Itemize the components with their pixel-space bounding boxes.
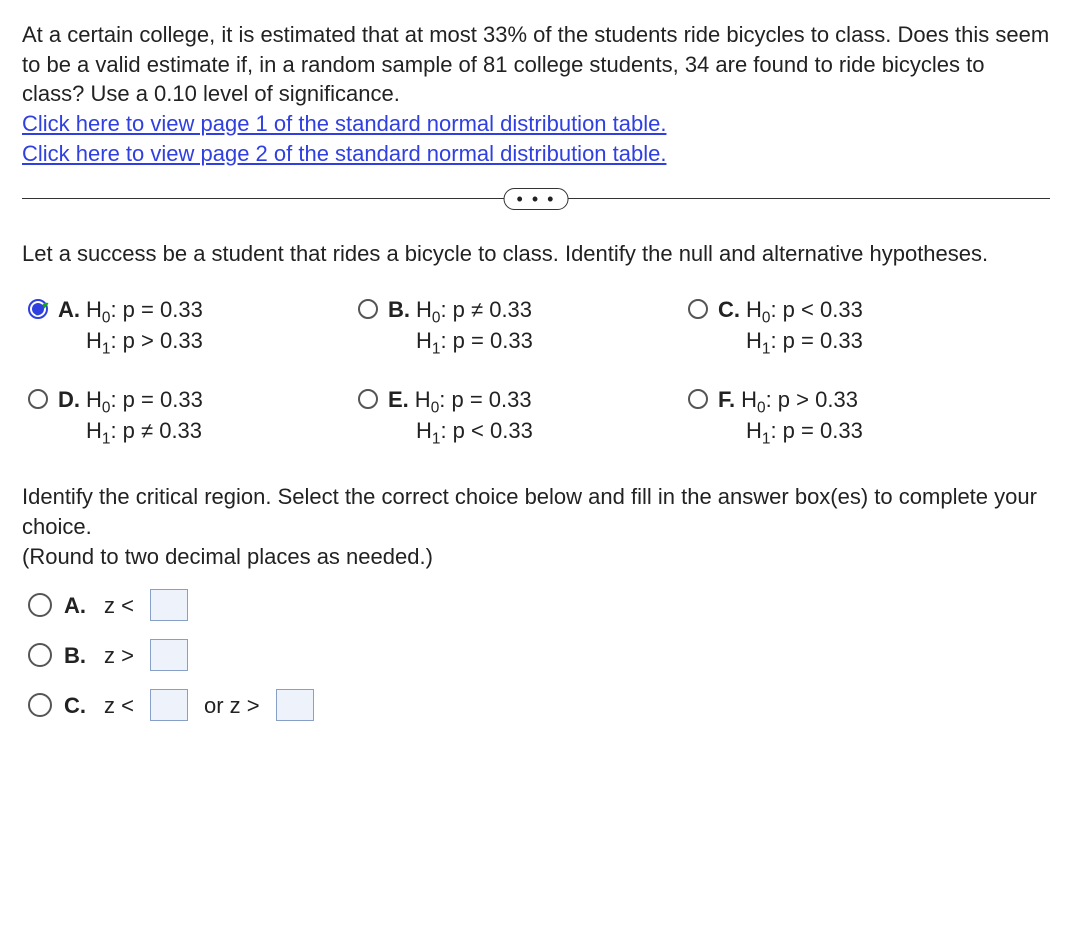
choice-e-letter: E. — [388, 385, 409, 415]
radio-crit-a[interactable] — [28, 593, 52, 617]
radio-b[interactable] — [358, 299, 378, 319]
crit-c-input1[interactable] — [150, 689, 188, 721]
link-table-page1[interactable]: Click here to view page 1 of the standar… — [22, 111, 666, 136]
radio-crit-c[interactable] — [28, 693, 52, 717]
choice-b[interactable]: B. H0: p ≠ 0.33 H1: p = 0.33 — [358, 295, 678, 357]
choice-d[interactable]: D. H0: p = 0.33 H1: p ≠ 0.33 — [28, 385, 348, 447]
radio-f[interactable] — [688, 389, 708, 409]
choice-f[interactable]: F. H0: p > 0.33 H1: p = 0.33 — [688, 385, 1008, 447]
link-table-page2[interactable]: Click here to view page 2 of the standar… — [22, 141, 666, 166]
critical-choice-a[interactable]: A. z < — [28, 589, 1050, 621]
radio-e[interactable] — [358, 389, 378, 409]
crit-b-text: z > — [104, 641, 134, 671]
crit-b-letter: B. — [64, 641, 86, 671]
crit-a-text: z < — [104, 591, 134, 621]
critical-choices: A. z < B. z > C. z < or z > — [28, 589, 1050, 721]
check-icon: ✔ — [32, 295, 50, 325]
crit-c-letter: C. — [64, 691, 86, 721]
hypotheses-choices: ✔ A. H0: p = 0.33 H1: p > 0.33 B. H0: p … — [28, 295, 1050, 446]
problem-statement: At a certain college, it is estimated th… — [22, 20, 1050, 168]
expand-pill[interactable]: • • • — [504, 188, 569, 210]
prompt-critical-region: Identify the critical region. Select the… — [22, 482, 1050, 541]
radio-crit-b[interactable] — [28, 643, 52, 667]
choice-f-letter: F. — [718, 385, 735, 415]
crit-c-input2[interactable] — [276, 689, 314, 721]
choice-c[interactable]: C. H0: p < 0.33 H1: p = 0.33 — [688, 295, 1008, 357]
choice-b-letter: B. — [388, 295, 410, 325]
crit-c-text2: or z > — [204, 691, 260, 721]
critical-choice-c[interactable]: C. z < or z > — [28, 689, 1050, 721]
prompt-hypotheses: Let a success be a student that rides a … — [22, 239, 1050, 269]
choice-e[interactable]: E. H0: p = 0.33 H1: p < 0.33 — [358, 385, 678, 447]
radio-c[interactable] — [688, 299, 708, 319]
crit-b-input[interactable] — [150, 639, 188, 671]
crit-c-text1: z < — [104, 691, 134, 721]
problem-text: At a certain college, it is estimated th… — [22, 22, 1049, 106]
choice-c-letter: C. — [718, 295, 740, 325]
crit-a-letter: A. — [64, 591, 86, 621]
choice-d-letter: D. — [58, 385, 80, 415]
radio-d[interactable] — [28, 389, 48, 409]
crit-a-input[interactable] — [150, 589, 188, 621]
prompt-critical-note: (Round to two decimal places as needed.) — [22, 542, 1050, 572]
choice-a[interactable]: ✔ A. H0: p = 0.33 H1: p > 0.33 — [28, 295, 348, 357]
radio-a[interactable]: ✔ — [28, 299, 48, 319]
choice-a-letter: A. — [58, 295, 80, 325]
critical-choice-b[interactable]: B. z > — [28, 639, 1050, 671]
section-divider: • • • — [22, 198, 1050, 199]
